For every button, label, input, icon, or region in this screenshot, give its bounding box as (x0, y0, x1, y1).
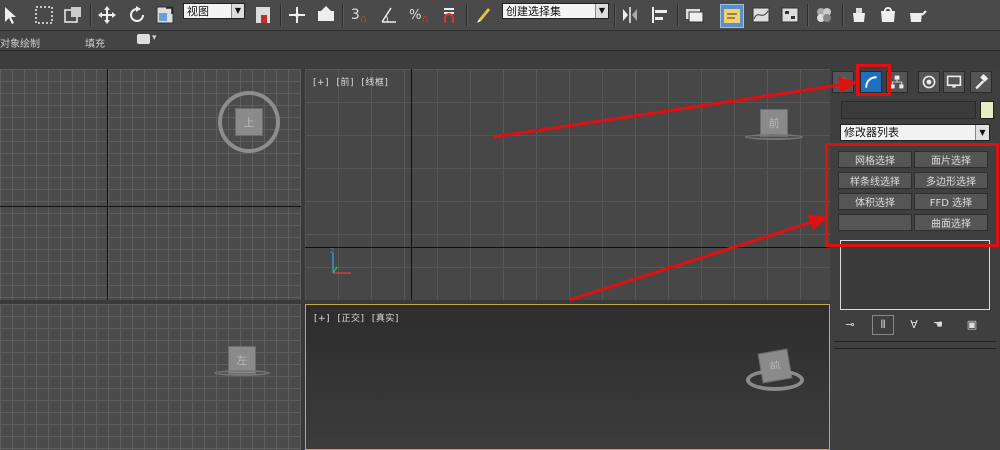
arrow-to-modifier-buttons (569, 214, 828, 302)
annotation-arrows (493, 77, 858, 302)
arrow-to-modify-tab (493, 77, 858, 139)
